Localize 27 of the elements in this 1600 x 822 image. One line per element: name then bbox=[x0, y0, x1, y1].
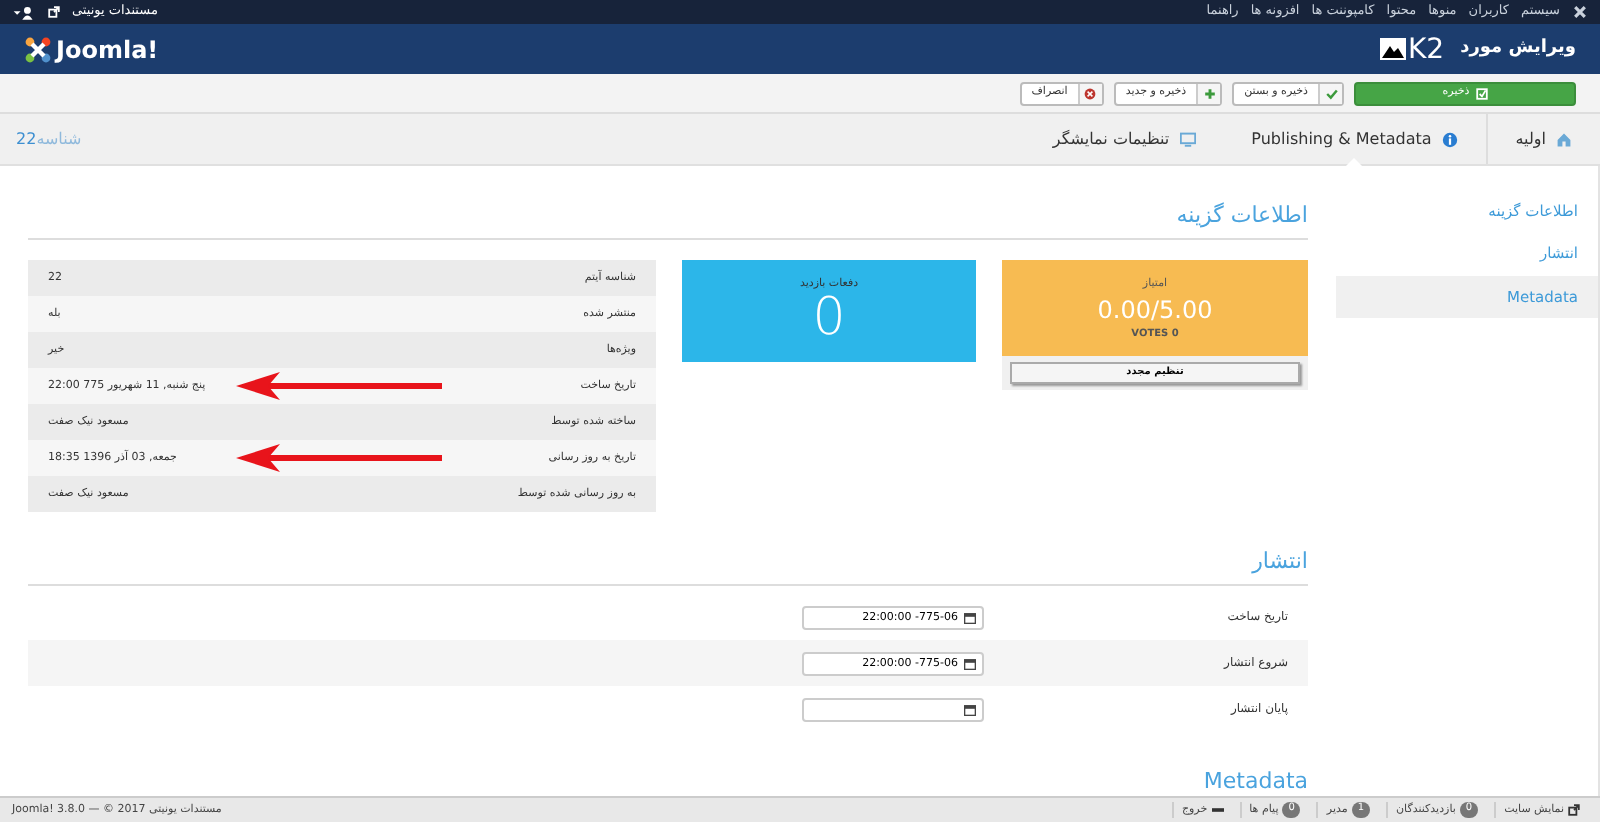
date-field[interactable] bbox=[802, 697, 984, 722]
k2-logo-text: K2 bbox=[1407, 35, 1445, 63]
user-icon bbox=[12, 5, 36, 19]
save-icon bbox=[1475, 87, 1488, 99]
tab[interactable]: تنظیمات نمایشگر bbox=[1024, 114, 1224, 164]
cancel-icon bbox=[1084, 87, 1097, 99]
info-icon bbox=[1441, 131, 1458, 147]
home-icon bbox=[1556, 131, 1572, 147]
tab[interactable]: اولیه bbox=[1485, 114, 1600, 164]
monitor-icon bbox=[1179, 131, 1196, 147]
section-heading: انتشار bbox=[28, 548, 1308, 587]
tab[interactable]: Publishing & Metadata bbox=[1223, 114, 1486, 164]
joomla-logo-icon bbox=[24, 35, 52, 63]
rating-value: 0.00/5.00 bbox=[1095, 294, 1215, 328]
plus-icon bbox=[1203, 87, 1216, 99]
external-link-icon bbox=[48, 6, 60, 18]
brand-name: Joomla! bbox=[56, 33, 159, 67]
page-title: ویرایش مورد bbox=[1460, 35, 1576, 62]
calendar-icon bbox=[964, 657, 976, 670]
hits-value: 0 bbox=[812, 292, 848, 345]
mountain-icon bbox=[1379, 38, 1406, 60]
joomla-x-icon bbox=[1572, 4, 1588, 20]
section-heading: اطلاعات گزینه bbox=[28, 202, 1308, 241]
calendar-icon bbox=[964, 703, 976, 716]
external-link-icon bbox=[1568, 804, 1580, 816]
calendar-icon bbox=[964, 611, 976, 624]
check-icon bbox=[1325, 87, 1337, 99]
